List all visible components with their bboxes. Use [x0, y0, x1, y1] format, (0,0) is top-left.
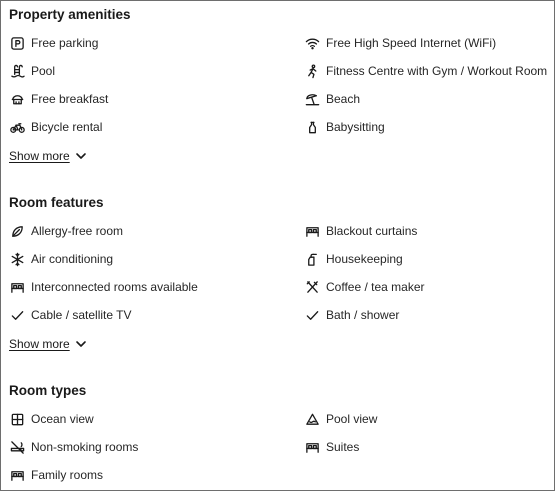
amenities-show-more-button[interactable]: Show more: [9, 149, 87, 163]
allergy-free-icon: [9, 223, 25, 239]
amenity-label: Beach: [326, 92, 361, 106]
room-type-label: Non-smoking rooms: [31, 440, 139, 454]
amenity-label: Fitness Centre with Gym / Workout Room: [326, 64, 548, 78]
room-type-item: Suites: [304, 437, 359, 457]
amenity-item: Fitness Centre with Gym / Workout Room: [304, 61, 547, 81]
feature-label: Housekeeping: [326, 252, 403, 266]
feature-label: Allergy-free room: [31, 224, 124, 238]
non-smoking-icon: [9, 439, 25, 455]
feature-item: Air conditioning: [9, 249, 113, 269]
features-show-more-button[interactable]: Show more: [9, 337, 87, 351]
room-type-label: Pool view: [326, 412, 378, 426]
amenity-item: Free parking: [9, 33, 98, 53]
breakfast-icon: [9, 91, 25, 107]
feature-item: Bath / shower: [304, 305, 399, 325]
room-type-item: Pool view: [304, 409, 377, 429]
feature-item: Blackout curtains: [304, 221, 417, 241]
check-icon: [9, 307, 25, 323]
room-type-item: Ocean view: [9, 409, 94, 429]
ocean-view-icon: [9, 411, 25, 427]
bicycle-icon: [9, 119, 25, 135]
chevron-down-icon: [75, 153, 86, 159]
amenity-label: Babysitting: [326, 120, 385, 134]
pool-view-icon: [304, 411, 320, 427]
feature-label: Blackout curtains: [326, 224, 418, 238]
feature-label: Air conditioning: [31, 252, 114, 266]
show-more-label: Show more: [9, 337, 70, 351]
amenity-item: Free High Speed Internet (WiFi): [304, 33, 496, 53]
amenity-label: Pool: [31, 64, 56, 78]
utensils-icon: [304, 279, 320, 295]
feature-item: Interconnected rooms available: [9, 277, 198, 297]
feature-item: Allergy-free room: [9, 221, 123, 241]
amenity-item: Babysitting: [304, 117, 385, 137]
feature-item: Cable / satellite TV: [9, 305, 132, 325]
room-type-label: Family rooms: [31, 468, 104, 482]
beach-icon: [304, 91, 320, 107]
snowflake-icon: [9, 251, 25, 267]
amenity-item: Bicycle rental: [9, 117, 102, 137]
check-icon: [304, 307, 320, 323]
bed-icon: [9, 467, 25, 483]
babysitting-icon: [304, 119, 320, 135]
feature-label: Cable / satellite TV: [31, 308, 132, 322]
room-features-title: Room features: [9, 195, 104, 210]
bed-icon: [9, 279, 25, 295]
amenity-item: Free breakfast: [9, 89, 108, 109]
feature-label: Interconnected rooms available: [31, 280, 198, 294]
room-type-item: Non-smoking rooms: [9, 437, 138, 457]
room-type-label: Suites: [326, 440, 360, 454]
pool-icon: [9, 63, 25, 79]
bed-icon: [304, 439, 320, 455]
wifi-icon: [304, 35, 320, 51]
feature-item: Housekeeping: [304, 249, 403, 269]
amenity-item: Pool: [9, 61, 55, 81]
housekeeping-icon: [304, 251, 320, 267]
feature-label: Bath / shower: [326, 308, 400, 322]
room-types-title: Room types: [9, 383, 87, 398]
property-amenities-title: Property amenities: [9, 7, 131, 22]
fitness-icon: [304, 63, 320, 79]
chevron-down-icon: [75, 341, 86, 347]
show-more-label: Show more: [9, 149, 70, 163]
room-type-label: Ocean view: [31, 412, 94, 426]
bed-icon: [304, 223, 320, 239]
parking-icon: [9, 35, 25, 51]
amenity-label: Free breakfast: [31, 92, 109, 106]
amenity-label: Bicycle rental: [31, 120, 103, 134]
amenity-label: Free High Speed Internet (WiFi): [326, 36, 497, 50]
feature-item: Coffee / tea maker: [304, 277, 425, 297]
amenity-label: Free parking: [31, 36, 99, 50]
amenity-item: Beach: [304, 89, 360, 109]
room-type-item: Family rooms: [9, 465, 103, 485]
amenities-panel: Property amenities Free parking Free Hig…: [0, 0, 555, 491]
feature-label: Coffee / tea maker: [326, 280, 425, 294]
